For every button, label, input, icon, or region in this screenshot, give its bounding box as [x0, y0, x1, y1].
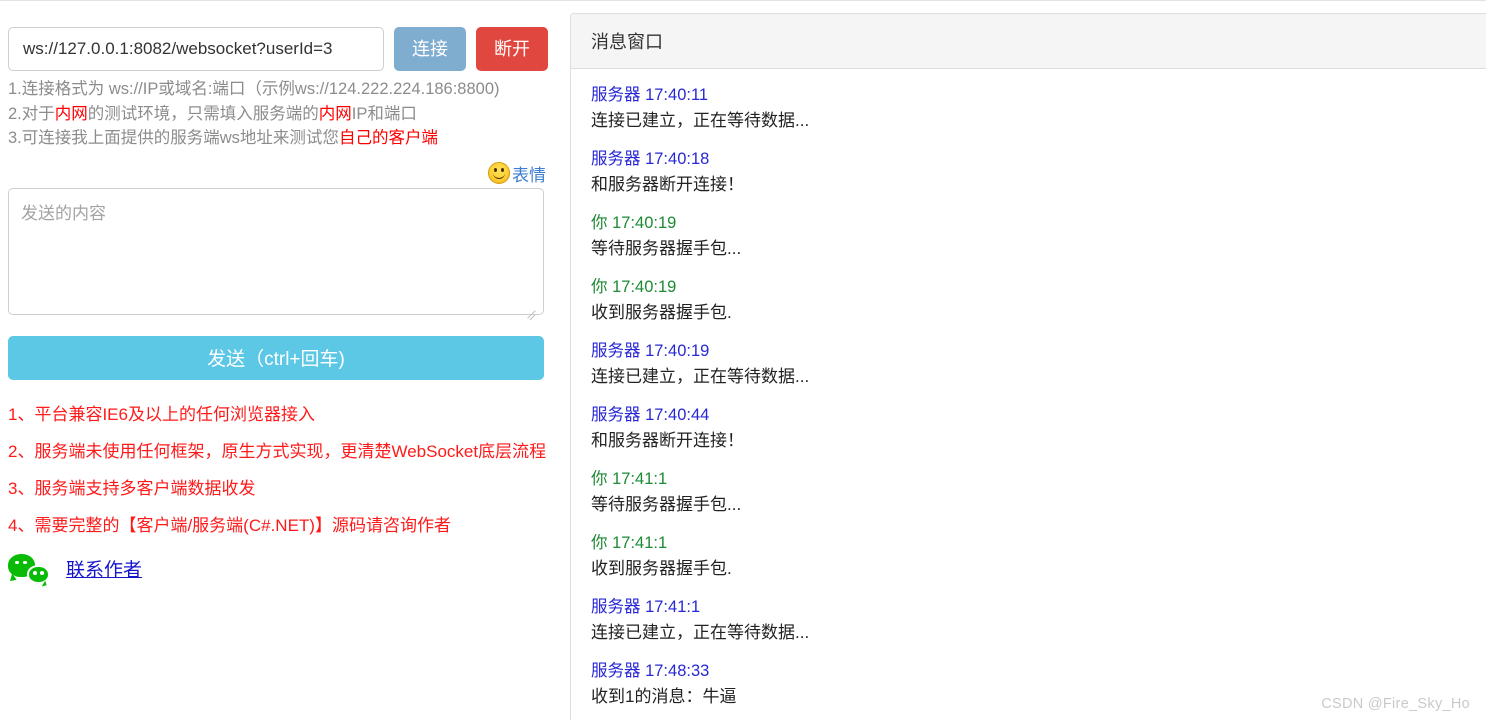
- connect-button[interactable]: 连接: [394, 27, 466, 71]
- message-sender-time: 服务器 17:40:19: [591, 342, 710, 360]
- feature-list: 1、平台兼容IE6及以上的任何浏览器接入 2、服务端未使用任何框架，原生方式实现…: [8, 396, 562, 544]
- message-item: 服务器 17:40:44 和服务器断开连接！: [591, 403, 1480, 454]
- message-sender-time: 服务器 17:40:18: [591, 150, 710, 168]
- message-item: 你 17:40:19 收到服务器握手包.: [591, 275, 1480, 326]
- message-window-title: 消息窗口: [591, 32, 663, 52]
- left-control-pane: 连接 断开 1.连接格式为 ws://IP或域名:端口（示例ws://124.2…: [0, 1, 570, 720]
- feature-item-3: 3、服务端支持多客户端数据收发: [8, 478, 256, 498]
- message-compose-textarea[interactable]: [8, 187, 544, 315]
- csdn-watermark: CSDN @Fire_Sky_Ho: [1321, 696, 1470, 712]
- message-item: 你 17:40:19 等待服务器握手包...: [591, 211, 1480, 262]
- message-text: 等待服务器握手包...: [591, 239, 742, 258]
- message-text: 和服务器断开连接！: [591, 431, 744, 450]
- message-item: 服务器 17:41:1 连接已建立，正在等待数据...: [591, 595, 1480, 646]
- feature-item-4: 4、需要完整的【客户端/服务端(C#.NET)】源码请咨询作者: [8, 515, 451, 535]
- message-log-list[interactable]: 服务器 17:40:11 连接已建立，正在等待数据... 服务器 17:40:18 和…: [571, 69, 1486, 720]
- tip-line-1: 1.连接格式为 ws://IP或域名:端口（示例ws://124.222.224…: [8, 77, 562, 102]
- usage-tips: 1.连接格式为 ws://IP或域名:端口（示例ws://124.222.224…: [8, 77, 562, 151]
- tip-2-highlight-1: 内网: [54, 104, 88, 123]
- message-sender-time: 服务器 17:48:33: [591, 662, 710, 680]
- websocket-test-page: 连接 断开 1.连接格式为 ws://IP或域名:端口（示例ws://124.2…: [0, 0, 1486, 720]
- tip-line-2: 2.对于内网的测试环境，只需填入服务端的内网IP和端口: [8, 102, 562, 127]
- message-sender-time: 你 17:40:19: [591, 278, 677, 296]
- emoji-picker-row[interactable]: 表情: [8, 161, 562, 186]
- send-button[interactable]: 发送（ctrl+回车): [8, 335, 544, 380]
- contact-author-row: 联系作者: [8, 553, 562, 584]
- message-sender-time: 你 17:40:19: [591, 214, 677, 232]
- smiley-face-icon[interactable]: [488, 162, 510, 184]
- tip-line-3: 3.可连接我上面提供的服务端ws地址来测试您自己的客户端: [8, 126, 562, 151]
- message-window-header: 消息窗口: [571, 14, 1486, 69]
- message-sender-time: 服务器 17:40:44: [591, 406, 710, 424]
- tip-3-prefix: 3.可连接我上面提供的服务端ws地址来测试您: [8, 129, 339, 147]
- contact-author-link[interactable]: 联系作者: [66, 555, 142, 582]
- tip-3-highlight: 自己的客户端: [338, 129, 438, 147]
- message-item: 服务器 17:40:11 连接已建立，正在等待数据...: [591, 83, 1480, 134]
- tip-1-text: 1.连接格式为 ws://IP或域名:端口（示例ws://124.222.224…: [8, 80, 500, 98]
- message-text: 收到服务器握手包.: [591, 303, 732, 322]
- tip-2-suffix: IP和端口: [351, 104, 417, 123]
- message-text: 收到服务器握手包.: [591, 559, 732, 578]
- tip-2-prefix: 2.对于: [8, 104, 55, 123]
- tip-2-mid: 的测试环境，只需填入服务端的: [87, 104, 319, 123]
- message-item: 服务器 17:40:19 连接已建立，正在等待数据...: [591, 339, 1480, 390]
- websocket-url-input[interactable]: [8, 27, 384, 71]
- message-sender-time: 服务器 17:40:11: [591, 86, 709, 104]
- message-sender-time: 你 17:41:1: [591, 534, 668, 552]
- connection-row: 连接 断开: [8, 27, 562, 71]
- message-text: 等待服务器握手包...: [591, 495, 742, 514]
- message-text: 连接已建立，正在等待数据...: [591, 623, 810, 642]
- tip-2-highlight-2: 内网: [318, 104, 352, 123]
- feature-item-1: 1、平台兼容IE6及以上的任何浏览器接入: [8, 404, 315, 424]
- message-item: 服务器 17:40:18 和服务器断开连接！: [591, 147, 1480, 198]
- message-window-panel: 消息窗口 服务器 17:40:11 连接已建立，正在等待数据... 服务器 17:4…: [570, 13, 1486, 720]
- emoji-label[interactable]: 表情: [512, 161, 546, 186]
- message-sender-time: 你 17:41:1: [591, 470, 668, 488]
- message-sender-time: 服务器 17:41:1: [591, 598, 701, 616]
- message-item: 你 17:41:1 收到服务器握手包.: [591, 531, 1480, 582]
- message-text: 连接已建立，正在等待数据...: [591, 111, 810, 130]
- feature-item-2: 2、服务端未使用任何框架，原生方式实现，更清楚WebSocket底层流程: [8, 441, 547, 461]
- disconnect-button[interactable]: 断开: [476, 27, 548, 71]
- wechat-icon: [8, 553, 50, 584]
- message-item: 你 17:41:1 等待服务器握手包...: [591, 467, 1480, 518]
- message-text: 和服务器断开连接！: [591, 175, 744, 194]
- message-text: 连接已建立，正在等待数据...: [591, 367, 810, 386]
